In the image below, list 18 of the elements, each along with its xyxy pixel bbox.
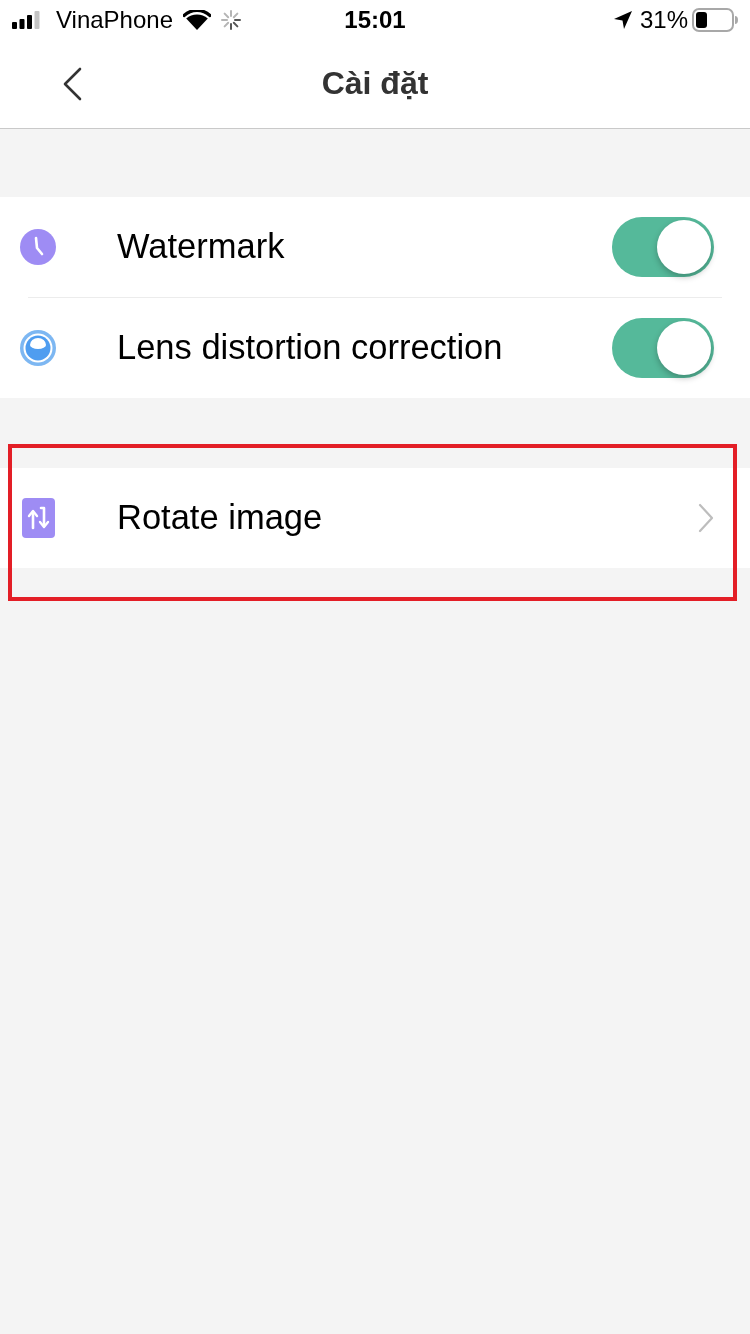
setting-label: Watermark — [117, 227, 286, 267]
toggle-switch[interactable] — [612, 217, 714, 277]
lens-icon — [20, 330, 56, 366]
clock-icon — [20, 229, 56, 265]
setting-label[interactable]: Rotate image — [117, 498, 698, 538]
toggle-switch[interactable] — [612, 318, 714, 378]
wifi-icon — [183, 10, 211, 30]
loading-spinner-icon — [221, 10, 241, 30]
signal-icon — [12, 11, 40, 29]
rotate-arrows-icon — [21, 498, 55, 538]
battery-icon — [692, 8, 738, 32]
chevron-right-icon — [698, 503, 714, 533]
location-arrow-icon — [613, 11, 632, 29]
battery-percent: 31% — [639, 8, 688, 32]
carrier-name: VinaPhone — [56, 8, 173, 32]
status-time: 15:01 — [344, 8, 406, 32]
setting-label: Lens distortion correction — [117, 328, 504, 368]
screen-title: Cài đặt — [321, 66, 429, 102]
